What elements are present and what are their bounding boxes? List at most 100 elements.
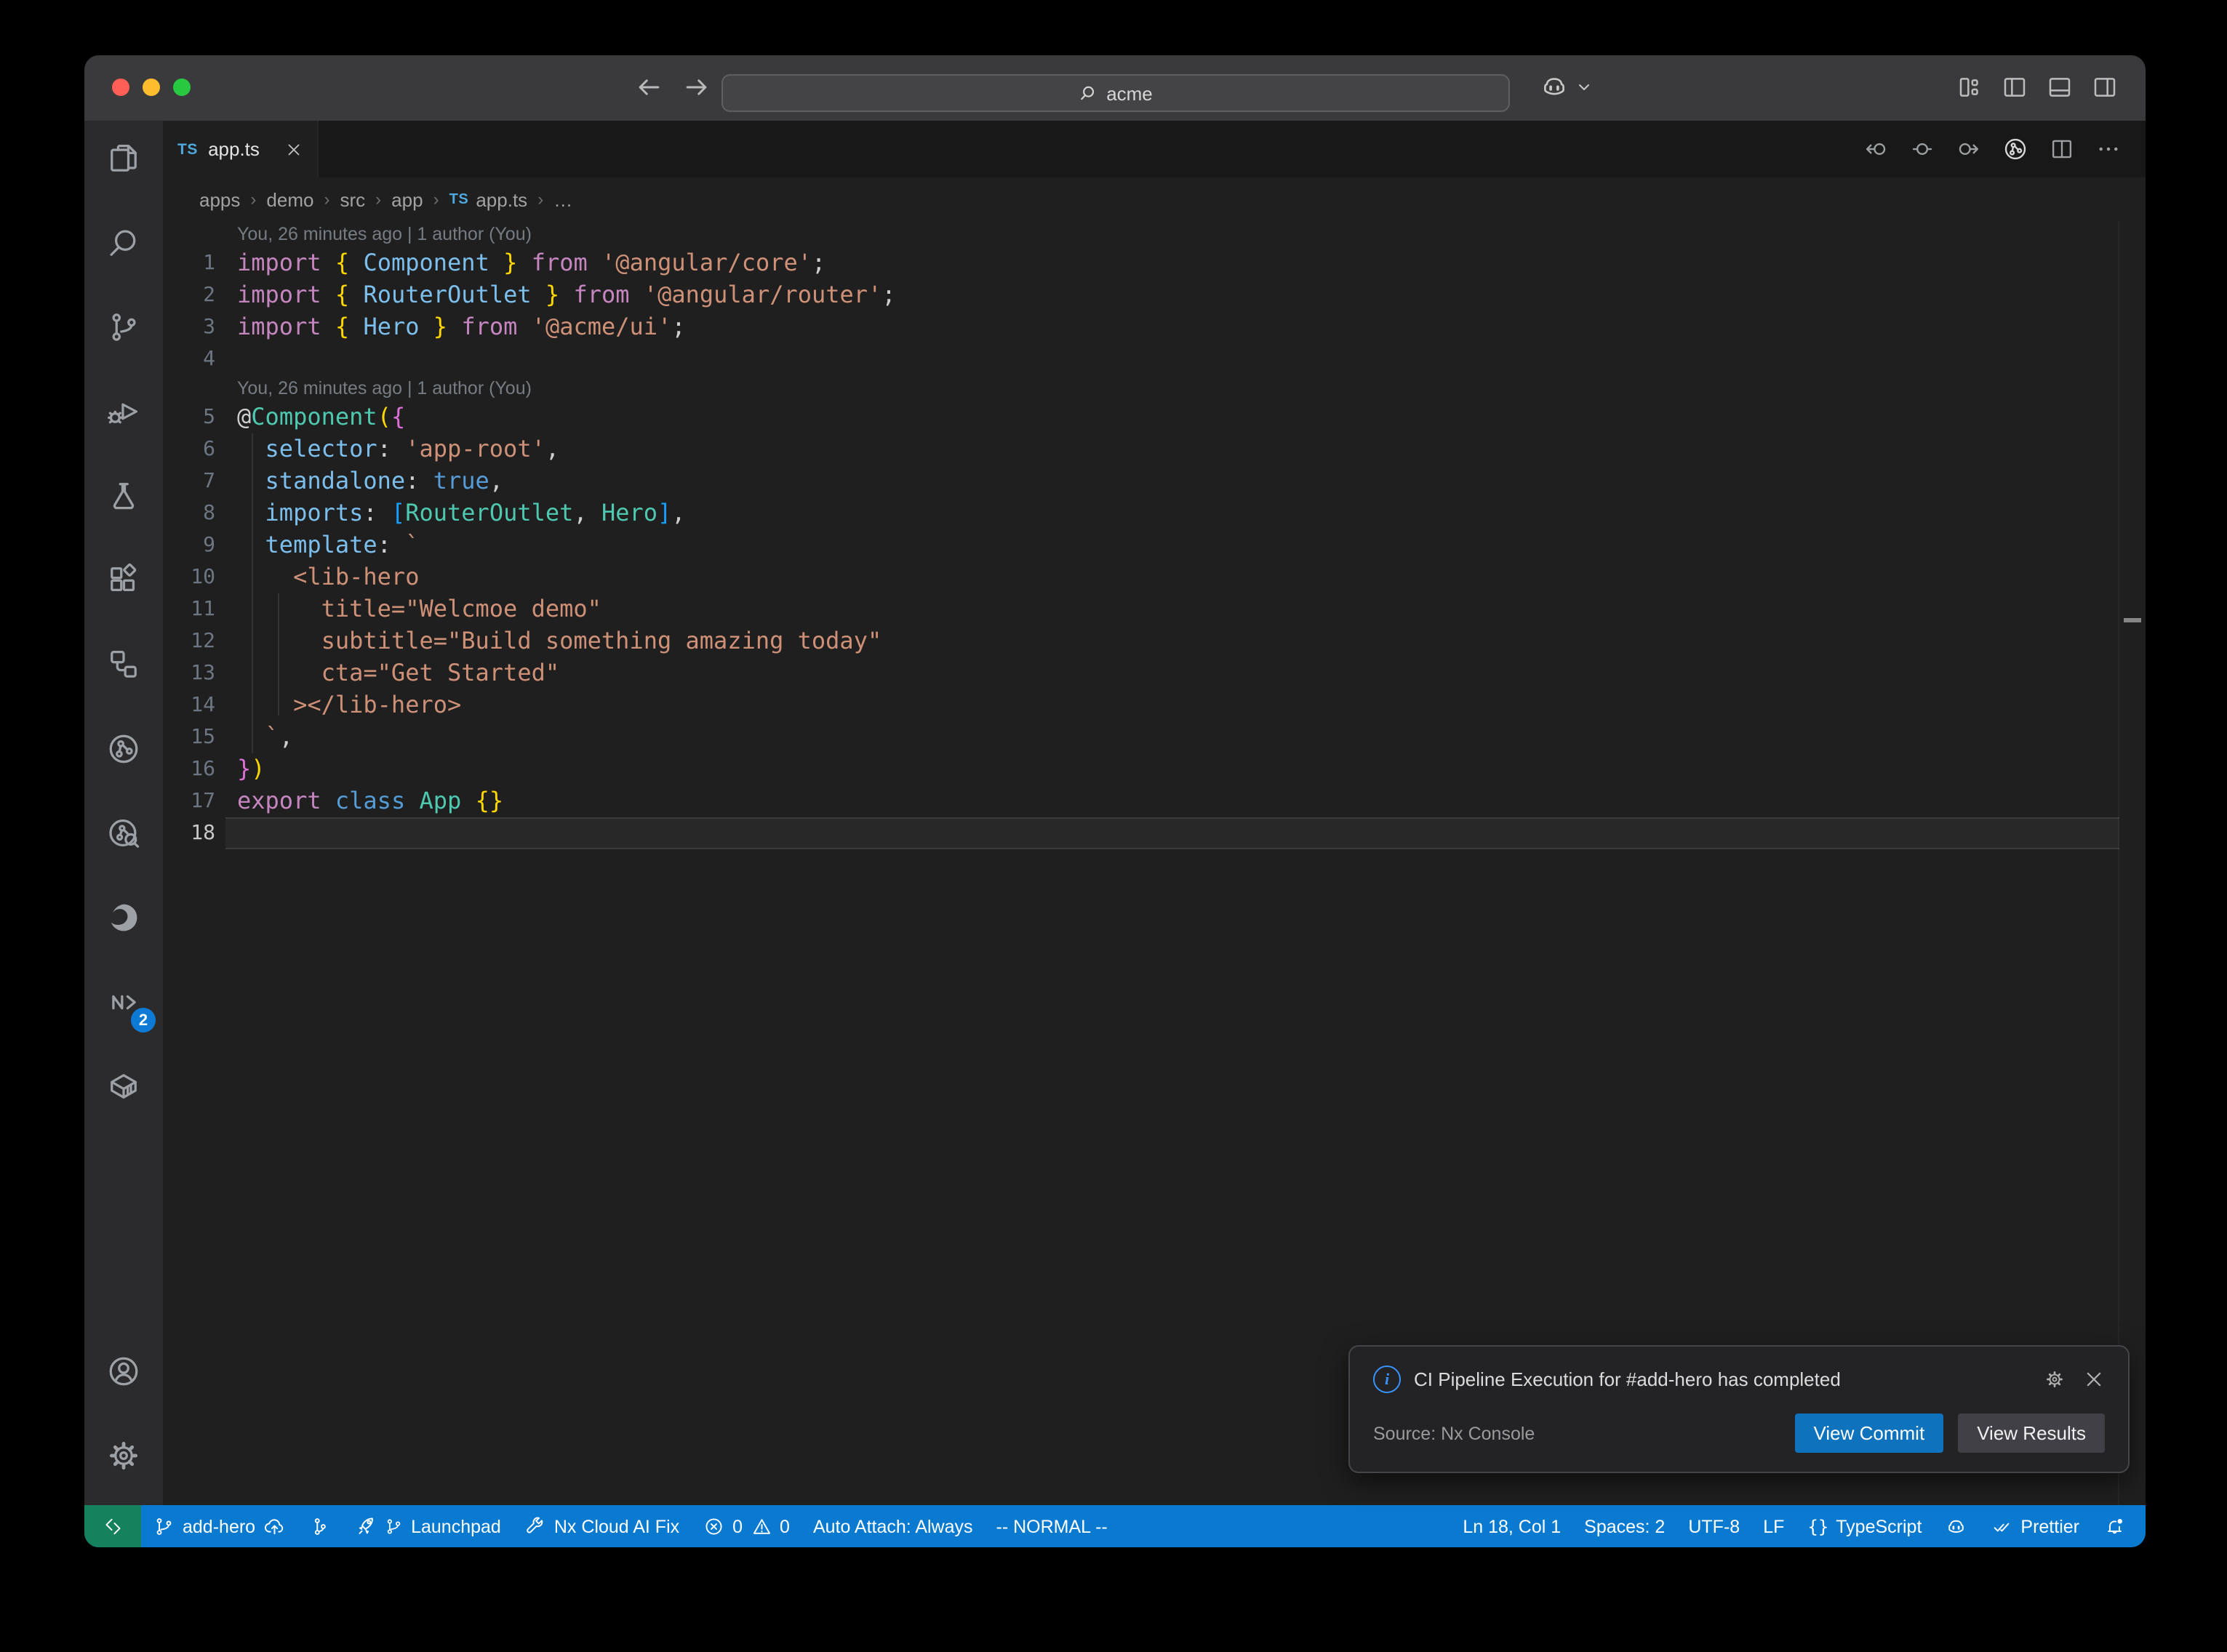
status-auto-attach[interactable]: Auto Attach: Always <box>801 1505 985 1547</box>
close-tab-icon[interactable] <box>285 140 303 158</box>
nav-back-icon[interactable] <box>1862 135 1890 163</box>
graph-circle-icon[interactable] <box>2002 135 2029 163</box>
notification-title: CI Pipeline Execution for #add-hero has … <box>1414 1368 2031 1390</box>
code-line-8[interactable]: 8 imports: [RouterOutlet, Hero], <box>163 497 2146 529</box>
line-number: 6 <box>163 433 237 465</box>
breadcrumb-item-app[interactable]: app <box>391 188 423 210</box>
code-line-3[interactable]: 3import { Hero } from '@acme/ui'; <box>163 311 2146 343</box>
code-line-5[interactable]: 5@Component({ <box>163 401 2146 433</box>
code-line-12[interactable]: 12 subtitle="Build something amazing tod… <box>163 625 2146 657</box>
activity-item-containers[interactable] <box>89 1051 159 1121</box>
copilot-menu-button[interactable] <box>1539 71 1593 102</box>
code-line-9[interactable]: 9 template: ` <box>163 529 2146 561</box>
view-commit-button[interactable]: View Commit <box>1795 1414 1944 1453</box>
overview-ruler[interactable] <box>2118 221 2146 1505</box>
code-line-14[interactable]: 14 ></lib-hero> <box>163 689 2146 721</box>
breadcrumb-item-demo[interactable]: demo <box>266 188 313 210</box>
line-number: 12 <box>163 625 237 657</box>
traffic-lights <box>112 79 191 96</box>
status-nx-cloud-ai-fix[interactable]: Nx Cloud AI Fix <box>513 1505 691 1547</box>
breadcrumb-label: demo <box>266 188 313 210</box>
activity-item-run-debug[interactable] <box>89 377 159 446</box>
activity-item-testing[interactable] <box>89 461 159 531</box>
status-eol[interactable]: LF <box>1751 1505 1796 1547</box>
activity-item-explorer[interactable] <box>89 124 159 193</box>
tab-app-ts[interactable]: TS app.ts <box>163 121 319 177</box>
status-notifications-bell[interactable] <box>2091 1505 2137 1547</box>
layout-controls <box>1955 73 2119 102</box>
activity-item-accounts[interactable] <box>89 1336 159 1406</box>
warning-triangle-icon <box>750 1515 772 1538</box>
status-encoding[interactable]: UTF-8 <box>1676 1505 1751 1547</box>
activity-item-search[interactable] <box>89 208 159 278</box>
activity-item-nx-console[interactable]: 2 <box>89 967 159 1037</box>
status-problems[interactable]: 00 <box>691 1505 801 1547</box>
breadcrumb-separator: › <box>537 189 543 209</box>
code-line-13[interactable]: 13 cta="Get Started" <box>163 657 2146 689</box>
search-value: acme <box>1106 82 1153 104</box>
status-indentation[interactable]: Spaces: 2 <box>1572 1505 1676 1547</box>
error-circle-icon <box>703 1515 725 1538</box>
breadcrumb-item--[interactable]: … <box>553 188 572 210</box>
code-line-18[interactable]: 18 <box>163 817 2146 849</box>
status-copilot[interactable] <box>1933 1505 1979 1547</box>
nav-forward-icon[interactable] <box>1955 135 1983 163</box>
breadcrumb-item-app-ts[interactable]: TSapp.ts <box>449 188 528 210</box>
bell-dot-icon <box>2103 1515 2125 1538</box>
activity-item-source-control[interactable] <box>89 292 159 362</box>
chevron-down-icon <box>1575 78 1593 95</box>
notification-close-icon[interactable] <box>2083 1368 2105 1390</box>
nav-circle-icon[interactable] <box>1908 135 1936 163</box>
status-remote-indicator[interactable] <box>84 1505 141 1547</box>
code-line-15[interactable]: 15 `, <box>163 721 2146 753</box>
breadcrumb-item-src[interactable]: src <box>340 188 365 210</box>
code-line-17[interactable]: 17export class App {} <box>163 785 2146 817</box>
close-window-button[interactable] <box>112 79 129 96</box>
code-line-2[interactable]: 2import { RouterOutlet } from '@angular/… <box>163 279 2146 311</box>
view-results-button[interactable]: View Results <box>1958 1414 2105 1453</box>
blame-annotation: You, 26 minutes ago | 1 author (You) <box>163 221 2146 247</box>
split-editor-icon[interactable] <box>2048 135 2076 163</box>
status-label: Prettier <box>2020 1516 2079 1536</box>
code-line-4[interactable]: 4 <box>163 343 2146 375</box>
code-editor[interactable]: You, 26 minutes ago | 1 author (You)1imp… <box>163 221 2146 1505</box>
typescript-file-icon: TS <box>177 140 198 158</box>
panel-left-icon[interactable] <box>2000 73 2029 102</box>
activity-item-project-graph[interactable] <box>89 714 159 784</box>
more-actions-icon[interactable] <box>2095 135 2122 163</box>
status-prettier[interactable]: Prettier <box>1979 1505 2091 1547</box>
minimize-window-button[interactable] <box>143 79 160 96</box>
code-line-7[interactable]: 7 standalone: true, <box>163 465 2146 497</box>
vscode-window: acme 2 TS app.ts <box>84 55 2146 1547</box>
code-line-6[interactable]: 6 selector: 'app-root', <box>163 433 2146 465</box>
history-forward-button[interactable] <box>681 71 713 103</box>
status-cursor-position[interactable]: Ln 18, Col 1 <box>1451 1505 1572 1547</box>
activity-item-extensions[interactable] <box>89 545 159 615</box>
command-center-search[interactable]: acme <box>721 74 1509 112</box>
history-back-button[interactable] <box>633 71 665 103</box>
breadcrumb-item-apps[interactable]: apps <box>199 188 240 210</box>
activity-item-remote-explorer[interactable] <box>89 630 159 699</box>
zoom-window-button[interactable] <box>173 79 191 96</box>
line-number: 5 <box>163 401 237 433</box>
status-vim-mode[interactable]: -- NORMAL -- <box>985 1505 1119 1547</box>
customize-layout-icon[interactable] <box>1955 73 1984 102</box>
line-number: 15 <box>163 721 237 753</box>
line-number: 13 <box>163 657 237 689</box>
status-language-mode[interactable]: {}TypeScript <box>1796 1505 1933 1547</box>
status-launchpad[interactable]: Launchpad <box>343 1505 513 1547</box>
code-line-11[interactable]: 11 title="Welcmoe demo" <box>163 593 2146 625</box>
activity-item-settings[interactable] <box>89 1421 159 1491</box>
code-line-16[interactable]: 16}) <box>163 753 2146 785</box>
panel-right-icon[interactable] <box>2090 73 2119 102</box>
activity-item-edge-tools[interactable] <box>89 883 159 953</box>
panel-bottom-icon[interactable] <box>2045 73 2074 102</box>
status-scm-graph[interactable] <box>297 1505 343 1547</box>
status-git-branch[interactable]: add-hero <box>141 1505 297 1547</box>
breadcrumb-separator: › <box>250 189 256 209</box>
code-line-10[interactable]: 10 <lib-hero <box>163 561 2146 593</box>
activity-item-graph-search[interactable] <box>89 798 159 868</box>
code-line-1[interactable]: 1import { Component } from '@angular/cor… <box>163 247 2146 279</box>
notification-settings-icon[interactable] <box>2044 1368 2066 1390</box>
line-number: 4 <box>163 343 237 375</box>
